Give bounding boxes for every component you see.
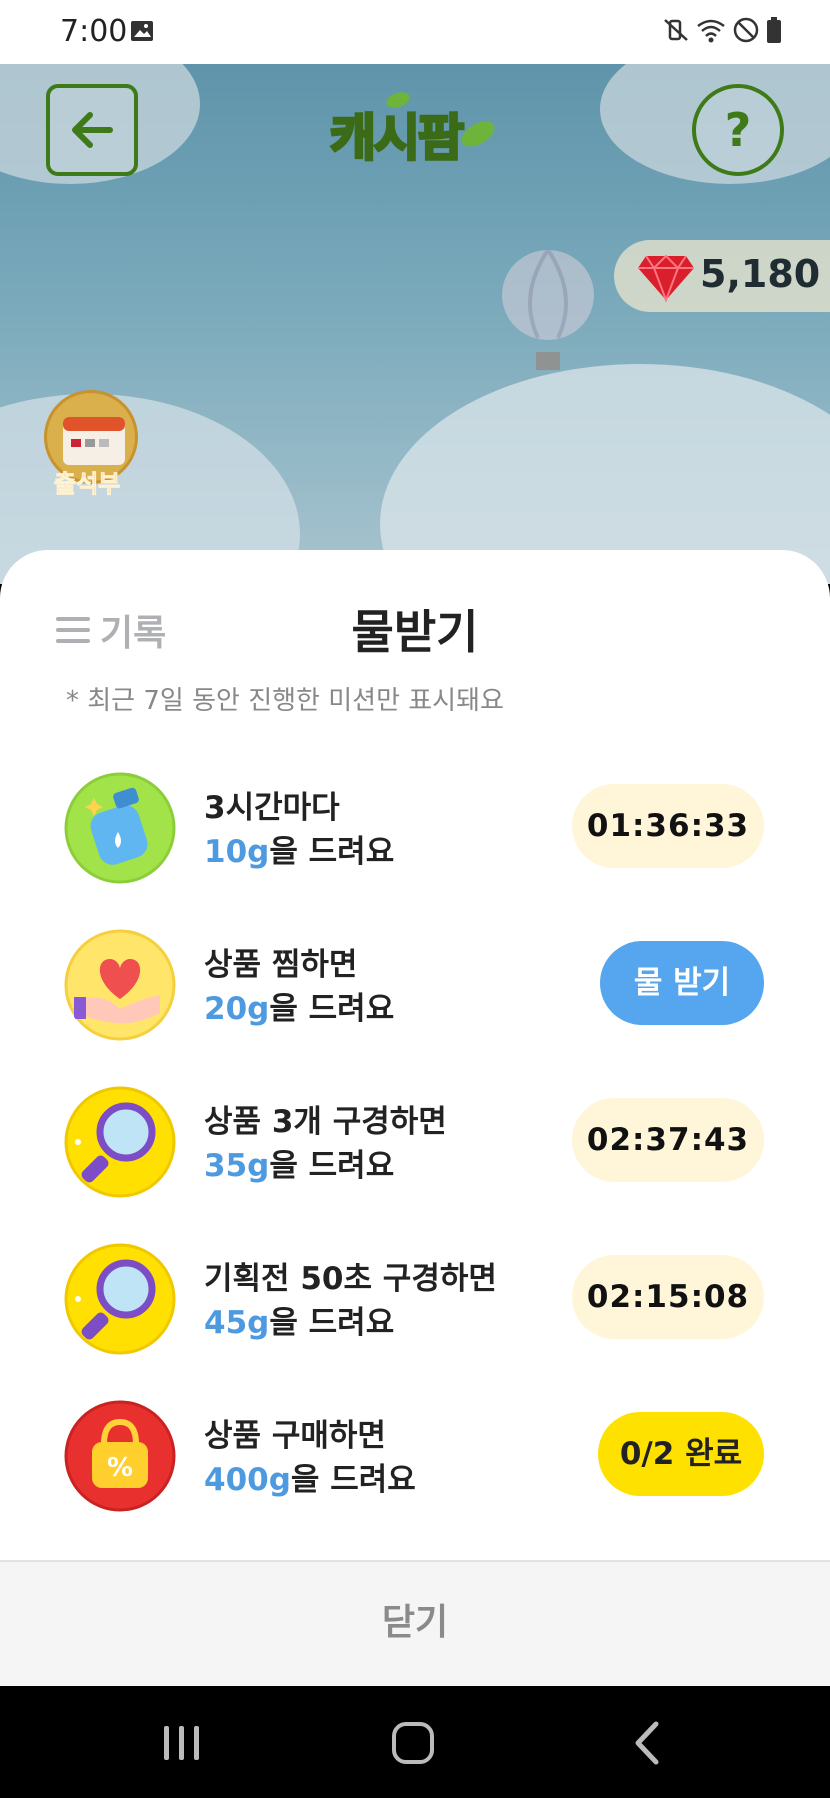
notice-text: * 최근 7일 동안 진행한 미션만 표시돼요: [66, 686, 504, 716]
mission-item: 상품 찜하면 20g을 드려요 물 받기: [0, 927, 830, 1047]
app-logo: 캐시팜: [329, 90, 500, 170]
arrow-left-icon: [72, 112, 113, 148]
status-icons: [662, 16, 782, 44]
ruby-gem-icon: [638, 254, 694, 302]
shopping-bag-percent-icon: %: [64, 1400, 176, 1512]
vibrate-mute-icon: [664, 19, 688, 41]
game-background: 캐시팜 ? 5,180 출석부: [0, 64, 830, 584]
reward-amount: 45g: [204, 1305, 270, 1341]
home-icon[interactable]: [392, 1722, 434, 1764]
mission-reward: 10g을 드려요: [204, 826, 394, 871]
mission-reward: 45g을 드려요: [204, 1297, 394, 1342]
heart-hand-icon: [64, 929, 176, 1041]
mission-item: 기획전 50초 구경하면 45g을 드려요 02:15:08: [0, 1241, 830, 1361]
reward-amount: 400g: [204, 1462, 291, 1498]
do-not-disturb-icon: [733, 17, 759, 43]
magnifier-icon: [64, 1086, 176, 1198]
nav-back-icon[interactable]: [632, 1720, 662, 1766]
image-icon: [131, 21, 153, 41]
mission-timer: 02:37:43: [572, 1098, 764, 1182]
status-bar: 7:00: [0, 0, 830, 64]
reward-suffix: 을 드려요: [269, 834, 395, 870]
mission-title: 상품 구매하면: [204, 1418, 386, 1454]
status-time: 7:00: [60, 14, 128, 49]
reward-amount: 10g: [204, 834, 270, 870]
calendar-icon: [63, 417, 125, 465]
close-button[interactable]: 닫기: [0, 1560, 830, 1686]
help-button[interactable]: ?: [692, 84, 784, 176]
gem-value: 5,180: [700, 252, 821, 296]
wifi-icon: [697, 19, 725, 43]
mission-item: 상품 3개 구경하면 35g을 드려요 02:37:43: [0, 1084, 830, 1204]
mission-reward: 400g을 드려요: [204, 1454, 416, 1499]
purchase-progress-badge[interactable]: 0/2 완료: [598, 1412, 764, 1496]
reward-amount: 20g: [204, 991, 270, 1027]
water-sheet: 기록 물받기 * 최근 7일 동안 진행한 미션만 표시돼요 3시간마다 10g…: [0, 550, 830, 1686]
gem-balance: 5,180: [614, 240, 830, 312]
hot-air-balloon-icon: [502, 250, 594, 370]
recent-apps-icon[interactable]: [162, 1724, 202, 1762]
receive-water-button[interactable]: 물 받기: [600, 941, 764, 1025]
reward-suffix: 을 드려요: [290, 1462, 416, 1498]
mission-title: 상품 3개 구경하면: [204, 1104, 447, 1140]
mission-item: 3시간마다 10g을 드려요 01:36:33: [0, 770, 830, 890]
mission-reward: 35g을 드려요: [204, 1140, 394, 1185]
logo-text: 캐시팜: [329, 108, 466, 169]
mission-title: 기획전 50초 구경하면: [204, 1261, 497, 1297]
attendance-label: 출석부: [53, 470, 121, 499]
reward-suffix: 을 드려요: [269, 991, 395, 1027]
mission-title: 상품 찜하면: [204, 947, 358, 983]
mission-timer: 02:15:08: [572, 1255, 764, 1339]
magnifier-icon: [64, 1243, 176, 1355]
reward-suffix: 을 드려요: [269, 1148, 395, 1184]
back-button[interactable]: [46, 84, 138, 176]
mission-timer: 01:36:33: [572, 784, 764, 868]
battery-icon: [767, 17, 781, 43]
sheet-title: 물받기: [351, 605, 479, 659]
reward-suffix: 을 드려요: [269, 1305, 395, 1341]
water-bottle-icon: [64, 772, 176, 884]
system-nav-bar: [0, 1686, 830, 1798]
mission-item: % 상품 구매하면 400g을 드려요 0/2 완료: [0, 1398, 830, 1518]
mission-title: 3시간마다: [204, 790, 340, 826]
reward-amount: 35g: [204, 1148, 270, 1184]
bag-percent-symbol: %: [107, 1453, 133, 1483]
mission-reward: 20g을 드려요: [204, 983, 394, 1028]
